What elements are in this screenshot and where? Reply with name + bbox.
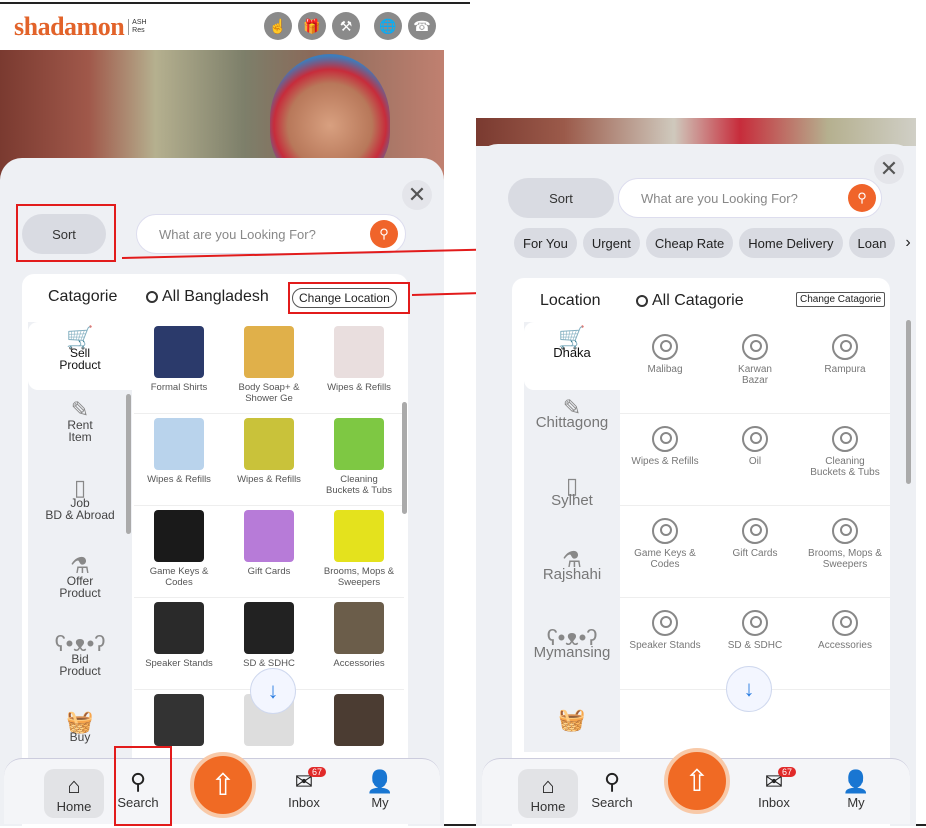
tab-location-label: Location — [540, 292, 601, 309]
area-label: Karwan Bazar — [738, 364, 772, 386]
search-sheet: ✕ Sort What are you Looking For? ⚲ For Y… — [476, 144, 916, 826]
location-pin-icon — [652, 334, 678, 360]
nav-inbox-label: Inbox — [758, 795, 790, 810]
location-sidebar: 🛒 Dhaka ✎ Chittagong ▯ Sylhet ⚗ Rajshahi ʕ•ᴥ… — [524, 322, 620, 752]
sort-button[interactable]: Sort — [508, 178, 614, 218]
sidebar-item-dhaka[interactable]: 🛒 Dhaka — [524, 322, 620, 390]
briefcase-icon: ▯ — [565, 473, 579, 498]
location-pin-icon — [742, 334, 768, 360]
tab-location[interactable]: Location — [540, 292, 601, 310]
inbox-badge: 67 — [778, 767, 797, 777]
filter-chips: For You Urgent Cheap Rate Home Delivery … — [514, 228, 911, 258]
area-label: Oil — [748, 456, 762, 467]
bottle-icon: ⚗ — [562, 547, 582, 572]
location-pin-icon — [652, 518, 678, 544]
location-pin-icon — [652, 426, 678, 452]
area-label: Rampura — [824, 364, 866, 375]
chip-for-you[interactable]: For You — [514, 228, 577, 258]
location-pin-icon — [832, 518, 858, 544]
search-icon[interactable]: ⚲ — [848, 184, 876, 212]
sidebar-item-label: Rajshahi — [542, 566, 602, 583]
area-label: Brooms, Mops & Sweepers — [808, 548, 882, 570]
area-label: Accessories — [818, 640, 872, 651]
area-tile[interactable]: Accessories — [800, 598, 890, 690]
area-label: Speaker Stands — [629, 640, 701, 651]
nav-my-label: My — [847, 795, 865, 810]
nav-inbox[interactable]: ✉ Inbox 67 — [744, 767, 804, 810]
location-pin-icon — [742, 610, 768, 636]
sidebar-item-mymansing[interactable]: ʕ•ᴥ•ʔ Mymansing — [524, 625, 620, 661]
area-tile[interactable]: Wipes & Refills — [620, 414, 710, 506]
area-tile[interactable]: Malibag — [620, 322, 710, 414]
basket-icon: 🧺 — [558, 707, 586, 732]
location-pin-icon — [742, 426, 768, 452]
area-label: SD & SDHC — [727, 640, 783, 651]
nav-my[interactable]: 👤 My — [826, 769, 886, 810]
location-pin-icon — [832, 334, 858, 360]
location-pin-icon — [832, 426, 858, 452]
chip-urgent[interactable]: Urgent — [582, 228, 640, 258]
close-button[interactable]: ✕ — [874, 154, 904, 184]
area-tile[interactable]: Cleaning Buckets & Tubs — [800, 414, 890, 506]
cart-icon: 🛒 — [558, 325, 586, 350]
area-label: Gift Cards — [732, 548, 778, 559]
home-icon: ⌂ — [541, 773, 555, 798]
arrow-sort-to-chips — [121, 241, 512, 259]
area-label: Game Keys & Codes — [634, 548, 696, 570]
category-label: All Catagorie — [652, 292, 744, 309]
post-ad-button[interactable]: ⇧ — [664, 748, 730, 814]
grid-scrollbar[interactable] — [906, 320, 911, 484]
area-tile[interactable]: Brooms, Mops & Sweepers — [800, 506, 890, 598]
sidebar-item-label: Mymansing — [533, 644, 611, 661]
sidebar-item-chittagong[interactable]: ✎ Chittagong — [524, 395, 620, 431]
nav-search[interactable]: ⚲ Search — [582, 769, 642, 810]
area-grid: Malibag Karwan Bazar Rampura Wipes & Refill… — [620, 322, 890, 690]
right-screen: ✕ Sort What are you Looking For? ⚲ For Y… — [476, 118, 916, 826]
user-icon: 👤 — [842, 769, 870, 794]
area-label: Wipes & Refills — [631, 456, 699, 467]
area-tile[interactable]: Rampura — [800, 322, 890, 414]
sidebar-item-label: Sylhet — [551, 492, 593, 509]
area-tile[interactable]: Oil — [710, 414, 800, 506]
chip-loan[interactable]: Loan — [848, 228, 896, 258]
location-pin-icon — [742, 518, 768, 544]
area-label: Cleaning Buckets & Tubs — [810, 456, 880, 478]
scroll-down-button[interactable]: ↓ — [726, 666, 772, 712]
hero-banner — [476, 118, 916, 146]
area-tile[interactable]: Karwan Bazar — [710, 322, 800, 414]
nav-search-label: Search — [591, 795, 633, 810]
sidebar-item-sylhet[interactable]: ▯ Sylhet — [524, 473, 620, 509]
sidebar-item-label: Chittagong — [535, 414, 609, 431]
chip-home-delivery[interactable]: Home Delivery — [739, 228, 843, 258]
nav-home-label: Home — [530, 799, 566, 814]
sidebar-item-label: Dhaka — [553, 345, 591, 360]
area-tile[interactable]: Speaker Stands — [620, 598, 710, 690]
category-pin-icon — [636, 295, 648, 307]
location-pin-icon — [652, 610, 678, 636]
area-tile[interactable]: Game Keys & Codes — [620, 506, 710, 598]
teddy-icon: ʕ•ᴥ•ʔ — [546, 625, 598, 650]
area-tile[interactable]: Gift Cards — [710, 506, 800, 598]
chevron-right-icon[interactable]: › — [905, 234, 910, 252]
search-icon: ⚲ — [603, 769, 621, 794]
nav-home[interactable]: ⌂ Home — [518, 769, 578, 818]
pen-icon: ✎ — [562, 395, 582, 420]
search-input[interactable]: What are you Looking For? — [618, 178, 882, 218]
area-label: Malibag — [647, 364, 683, 375]
location-pin-icon — [832, 610, 858, 636]
sidebar-item-rajshahi[interactable]: ⚗ Rajshahi — [524, 547, 620, 583]
sidebar-item-more[interactable]: 🧺 — [524, 707, 620, 732]
category-selector[interactable]: All Catagorie — [636, 292, 744, 310]
chip-cheap-rate[interactable]: Cheap Rate — [645, 228, 734, 258]
change-category-label: Change Catagorie — [796, 292, 886, 307]
change-category-button[interactable]: Change Catagorie — [796, 292, 886, 307]
